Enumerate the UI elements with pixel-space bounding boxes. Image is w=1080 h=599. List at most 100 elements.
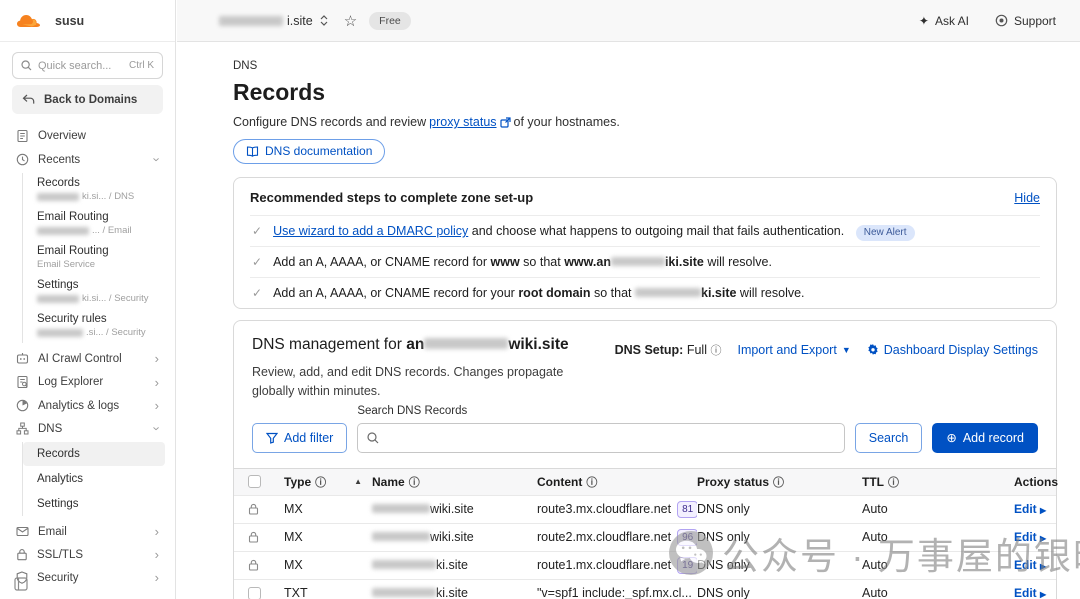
edit-button[interactable]: Edit ▶ [1014,586,1046,599]
record-content: "v=spf1 include:_spf.mx.cl... [537,586,697,599]
bold-www: www [491,255,520,269]
funnel-icon [266,432,278,444]
domain-suffix: iki.site [665,255,704,269]
sidebar: susu Ctrl K Back to Domains Overview [0,0,176,599]
edit-label: Edit [1014,530,1037,544]
record-proxy: DNS only [697,502,862,516]
record-type: MX [284,530,372,544]
sidebar-item-dns-analytics[interactable]: Analytics [23,467,165,491]
collapse-sidebar-icon[interactable] [14,577,28,591]
quick-search[interactable]: Ctrl K [12,52,163,79]
record-ttl: Auto [862,558,1014,572]
sidebar-item-dns-settings[interactable]: Settings [23,492,165,516]
recent-item-records[interactable]: Records ki.si... / DNS [23,173,175,207]
step-text-part: so that [591,286,635,300]
hide-link[interactable]: Hide [1014,191,1040,205]
dns-search-input[interactable] [386,431,834,445]
sidebar-item-log-explorer[interactable]: Log Explorer › [0,370,175,394]
edit-button[interactable]: Edit ▶ [1014,558,1046,572]
new-alert-badge: New Alert [856,225,915,241]
select-all-checkbox[interactable] [248,475,261,488]
sidebar-item-dns-records[interactable]: Records [23,442,165,466]
search-dns-label: Search DNS Records [357,405,844,417]
step-text: Add an A, AAAA, or CNAME record for www … [273,255,772,269]
col-proxy-status[interactable]: Proxy status ⓘ [697,474,862,490]
edit-button[interactable]: Edit ▶ [1014,530,1046,544]
col-ttl[interactable]: TTL ⓘ [862,474,1014,490]
search-button[interactable]: Search [855,423,923,453]
recent-title: Security rules [37,313,175,325]
redacted-domain [424,338,508,349]
redacted-name [372,560,436,569]
step-text-part: so that [520,255,564,269]
title-text: DNS management for [252,336,406,353]
dashboard-display-settings-button[interactable]: Dashboard Display Settings [867,343,1038,357]
add-record-label: Add record [963,431,1024,445]
priority-badge: 96 [677,529,697,546]
add-record-button[interactable]: ⊕ Add record [932,423,1038,453]
sidebar-item-analytics-logs[interactable]: Analytics & logs › [0,394,175,417]
col-content[interactable]: Content ⓘ [537,474,697,490]
redacted-text [37,295,79,303]
recent-item-email-routing[interactable]: Email Routing ... / Email [23,207,175,241]
favorite-star-icon[interactable]: ☆ [344,12,357,30]
sidebar-item-dns[interactable]: DNS › [0,417,175,440]
cloudflare-dns-records-page: susu Ctrl K Back to Domains Overview [0,0,1080,599]
recent-item-email-routing-2[interactable]: Email Routing Email Service [23,241,175,275]
record-ttl: Auto [862,502,1014,516]
step-row-root: ✓ Add an A, AAAA, or CNAME record for yo… [250,277,1040,308]
log-icon [16,375,29,389]
recent-item-security-rules[interactable]: Security rules .si... / Security [23,309,175,343]
support-button[interactable]: Support [995,14,1056,28]
check-icon: ✓ [252,224,262,238]
clock-icon [16,153,29,166]
proxy-status-link[interactable]: proxy status [429,115,496,129]
redacted-name [372,504,430,513]
content-text: route1.mx.cloudflare.net [537,558,671,572]
management-title-block: DNS management for anwiki.site Review, a… [252,336,587,401]
col-name[interactable]: Name ⓘ [372,474,537,490]
sidebar-item-ssl-tls[interactable]: SSL/TLS › [0,543,175,566]
sidebar-item-ai-crawl-control[interactable]: AI Crawl Control › [0,347,175,370]
robot-icon [16,352,29,365]
dns-documentation-button[interactable]: DNS documentation [233,139,385,164]
import-export-button[interactable]: Import and Export ▼ [737,343,850,357]
priority-badge: 81 [677,501,697,518]
dns-search-box[interactable] [357,423,844,453]
quick-search-input[interactable] [38,60,123,72]
redacted-text [37,193,79,201]
sidebar-item-email[interactable]: Email › [0,520,175,543]
record-ttl: Auto [862,586,1014,599]
edit-button[interactable]: Edit ▶ [1014,502,1046,516]
sidebar-item-overview[interactable]: Overview [0,124,175,148]
redacted-domain [219,16,283,26]
add-filter-label: Add filter [284,431,333,445]
recent-item-settings[interactable]: Settings ki.si... / Security [23,275,175,309]
domain-switcher[interactable]: i.site [219,14,328,28]
recent-title: Settings [37,279,175,291]
dmarc-wizard-link[interactable]: Use wizard to add a DMARC policy [273,224,468,238]
add-filter-button[interactable]: Add filter [252,423,347,453]
step-text: Use wizard to add a DMARC policy and cho… [273,224,914,238]
check-icon: ✓ [252,286,262,300]
dns-records-table: Type ⓘ ▲ Name ⓘ Content ⓘ Proxy status [234,468,1056,599]
sidebar-item-recents[interactable]: Recents › [0,148,175,171]
table-row: TXT ki.site "v=spf1 include:_spf.mx.cl..… [234,580,1056,599]
row-checkbox[interactable] [248,587,261,599]
recent-subtitle: ki.si... / Security [37,293,175,304]
record-name: wiki.site [372,502,537,516]
chevron-right-icon: › [155,548,159,561]
step-text-part: Add an A, AAAA, or CNAME record for [273,255,490,269]
search-button-label: Search [869,431,909,445]
back-to-domains-button[interactable]: Back to Domains [12,85,163,114]
redacted-name [372,532,430,541]
table-header-row: Type ⓘ ▲ Name ⓘ Content ⓘ Proxy status [234,469,1056,496]
dns-management-card: DNS management for anwiki.site Review, a… [233,320,1057,599]
chevron-right-icon: › [155,525,159,538]
recent-title: Email Routing [37,211,175,223]
col-type[interactable]: Type ⓘ ▲ [284,474,372,490]
chevron-down-icon: › [150,157,163,161]
sparkle-icon: ✦ [919,14,929,28]
ask-ai-button[interactable]: ✦ Ask AI [919,14,969,28]
lock-icon [248,559,259,571]
